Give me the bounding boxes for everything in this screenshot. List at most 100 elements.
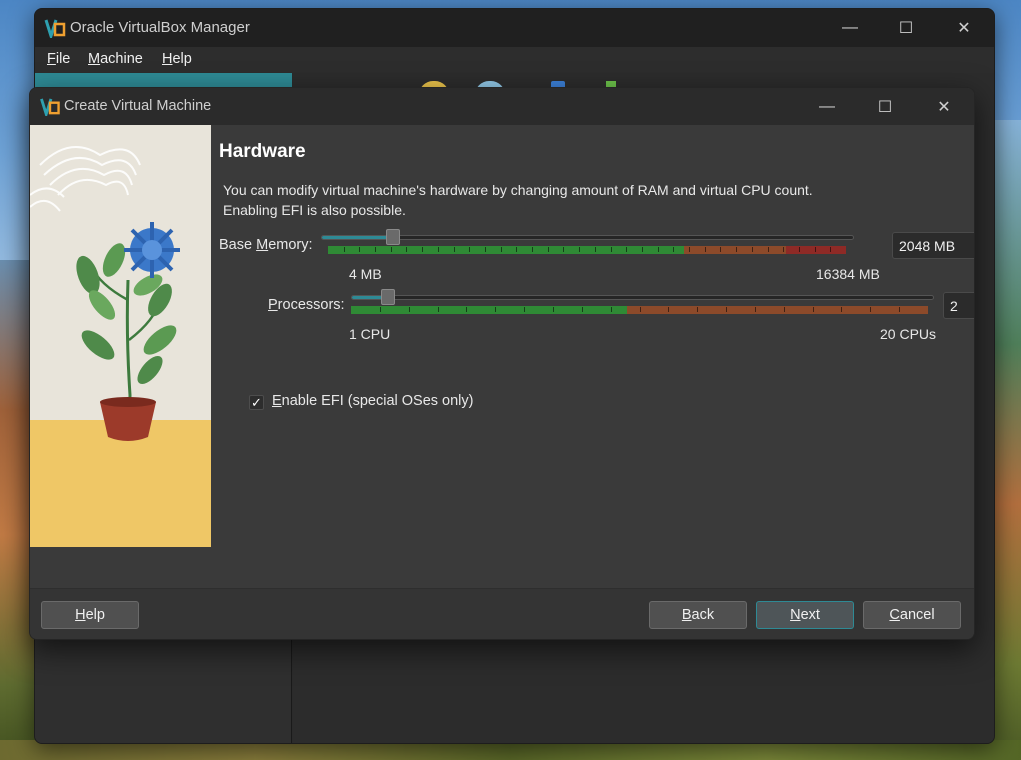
scale-tick [344,247,345,252]
scale-tick [391,247,392,252]
scale-tick [726,307,727,312]
scale-tick [611,307,612,312]
scale-tick [813,307,814,312]
wizard-page-hardware: Hardware You can modify virtual machine'… [211,125,974,588]
close-icon[interactable]: ✕ [915,88,973,125]
scale-tick [485,247,486,252]
next-button[interactable]: Next [756,601,854,629]
scale-tick [438,247,439,252]
scale-tick [611,247,612,252]
base-memory-value[interactable]: 2048 MB [899,238,955,254]
processors-scale [351,306,928,314]
base-memory-slider-handle[interactable] [385,229,400,245]
dialog-title: Create Virtual Machine [64,98,212,114]
base-memory-scale [328,246,846,254]
page-description: You can modify virtual machine's hardwar… [223,182,813,218]
dialog-button-bar: Help Back Next Cancel [30,588,974,639]
scale-recommended-segment [351,306,627,314]
scale-tick [642,247,643,252]
scale-danger-segment [786,246,846,254]
processors-slider-handle[interactable] [380,289,395,305]
create-vm-dialog: Create Virtual Machine — ☐ ✕ Hardware Yo… [29,87,975,640]
scale-tick [673,247,674,252]
scale-tick [697,307,698,312]
maximize-icon[interactable]: ☐ [877,9,935,47]
wizard-illustration [30,125,211,547]
base-memory-slider[interactable] [321,235,854,240]
manager-menubar: File Machine Help [35,47,994,73]
close-icon[interactable]: ✕ [935,9,993,47]
scale-tick [720,247,721,252]
scale-tick [815,247,816,252]
scale-tick [359,247,360,252]
scale-tick [454,247,455,252]
scale-tick [524,307,525,312]
enable-efi-checkbox[interactable]: ✓ [249,395,264,410]
scale-tick [899,307,900,312]
scale-recommended-segment [328,246,684,254]
scale-tick [668,307,669,312]
scale-tick [422,247,423,252]
scale-tick [626,247,627,252]
virtualbox-logo-icon [44,19,66,38]
help-button[interactable]: Help [41,601,139,629]
scale-tick [438,307,439,312]
scale-tick [736,247,737,252]
menu-machine[interactable]: Machine [88,51,143,67]
scale-tick [579,247,580,252]
scale-tick [658,247,659,252]
scale-tick [406,247,407,252]
processors-max-label: 20 CPUs [880,326,937,342]
scale-tick [582,307,583,312]
menu-file[interactable]: File [47,51,70,67]
scale-tick [689,247,690,252]
scale-tick [870,307,871,312]
back-button[interactable]: Back [649,601,747,629]
base-memory-max-label: 16384 MB [816,266,880,282]
scale-tick [409,307,410,312]
page-heading: Hardware [219,141,306,162]
dialog-titlebar[interactable]: Create Virtual Machine — ☐ ✕ [30,88,974,125]
virtualbox-logo-icon [40,98,60,116]
scale-tick [752,247,753,252]
checkmark-icon: ✓ [251,395,262,410]
processors-spinbox[interactable]: 2 [943,292,974,319]
scale-tick [563,247,564,252]
scale-tick [755,307,756,312]
scale-warning-segment [627,306,928,314]
scale-tick [495,307,496,312]
base-memory-min-label: 4 MB [349,266,382,282]
enable-efi-label[interactable]: Enable EFI (special OSes only) [272,393,473,409]
scale-tick [466,307,467,312]
menu-help[interactable]: Help [162,51,192,67]
scale-tick [501,247,502,252]
scale-tick [595,247,596,252]
scale-tick [553,307,554,312]
processors-slider-fill [352,296,382,299]
scale-warning-segment [684,246,786,254]
scale-tick [375,247,376,252]
processors-slider[interactable] [351,295,934,300]
manager-titlebar[interactable]: Oracle VirtualBox Manager — ☐ ✕ [35,9,994,47]
scale-tick [841,307,842,312]
base-memory-slider-fill [322,236,387,239]
scale-tick [705,247,706,252]
base-memory-spinbox[interactable]: 2048 MB [892,232,974,259]
scale-tick [380,307,381,312]
scale-tick [548,247,549,252]
processors-min-label: 1 CPU [349,326,391,342]
minimize-icon[interactable]: — [798,88,856,125]
manager-title: Oracle VirtualBox Manager [70,19,250,36]
flower-pot-illustration [30,125,211,547]
scale-tick [799,247,800,252]
scale-tick [768,247,769,252]
processors-value[interactable]: 2 [950,298,958,314]
processors-label: Processors: [268,297,345,313]
scale-tick [830,247,831,252]
minimize-icon[interactable]: — [821,9,879,47]
scale-tick [783,247,784,252]
maximize-icon[interactable]: ☐ [856,88,914,125]
scale-tick [640,307,641,312]
cancel-button[interactable]: Cancel [863,601,961,629]
base-memory-label: Base Memory: [219,237,313,253]
